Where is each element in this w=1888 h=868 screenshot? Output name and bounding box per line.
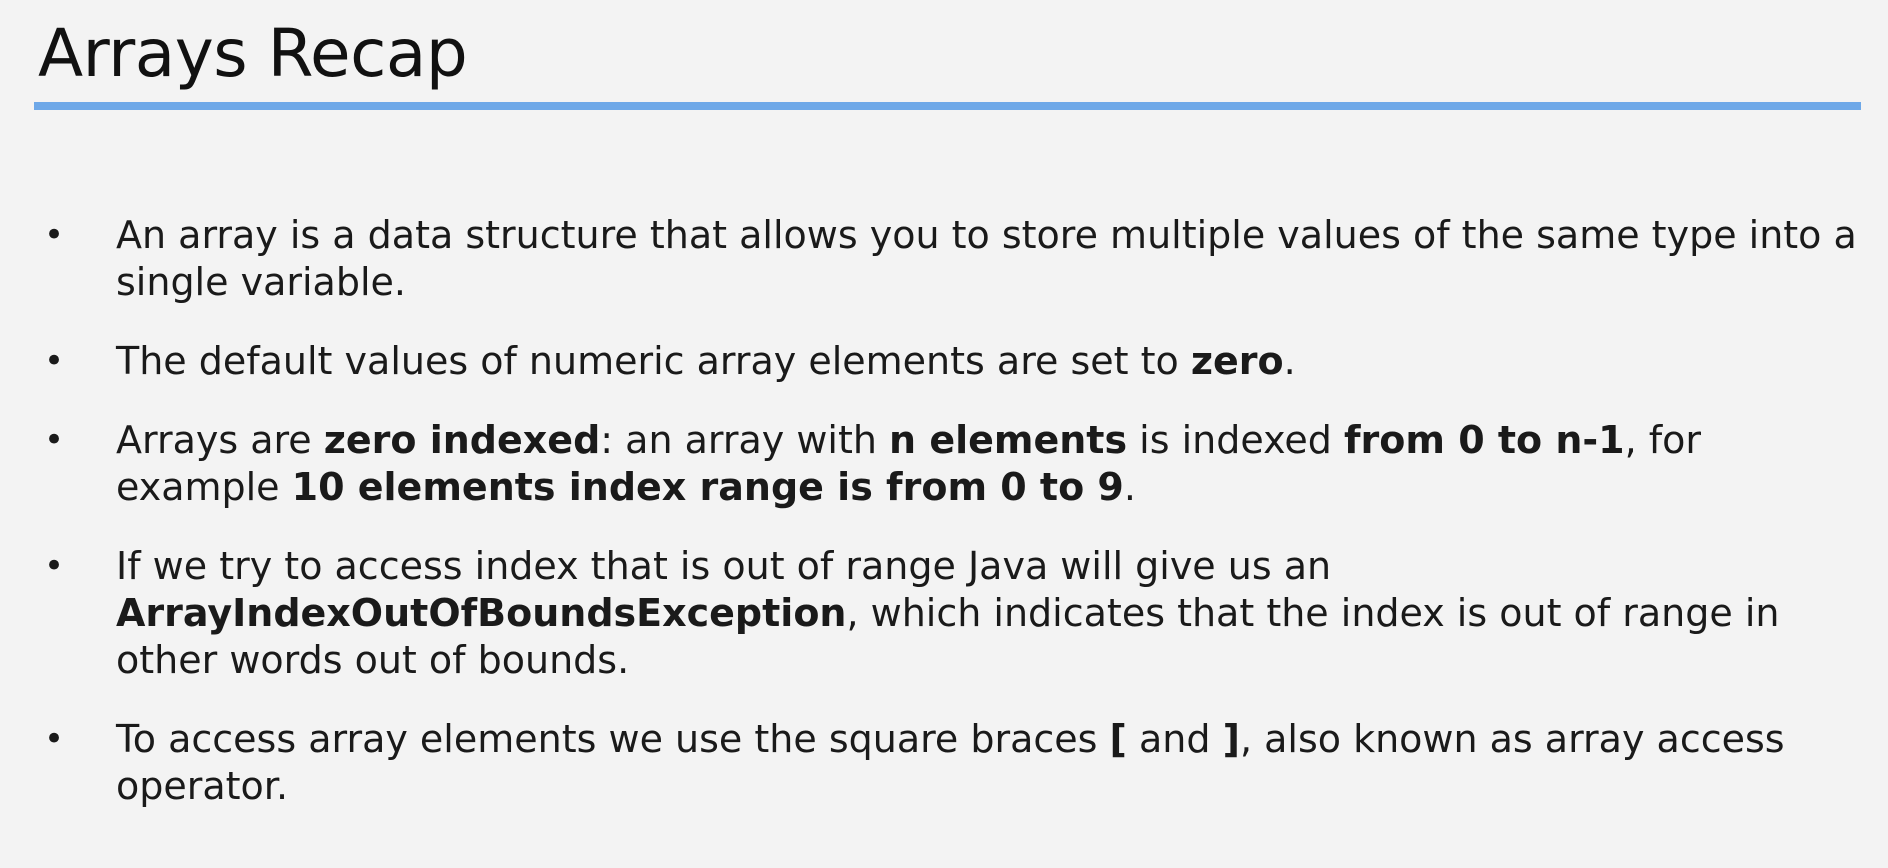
slide-title: Arrays Recap	[38, 15, 468, 92]
bullet-dot-icon: •	[44, 215, 65, 255]
bullet-segment-bold: from 0 to n-1	[1343, 418, 1625, 462]
bullet-segment: An array is a data structure that allows…	[116, 213, 1857, 304]
bullet-item-zero-indexed: • Arrays are zero indexed: an array with…	[0, 417, 1888, 511]
bullet-segment: Arrays are	[116, 418, 324, 462]
bullet-segment: : an array with	[600, 418, 890, 462]
bullet-segment: The default values of numeric array elem…	[116, 339, 1191, 383]
bullet-segment: is indexed	[1127, 418, 1344, 462]
bullet-segment-bold: ]	[1222, 717, 1240, 761]
bullet-item-access-operator: • To access array elements we use the sq…	[0, 716, 1888, 810]
bullet-dot-icon: •	[44, 719, 65, 759]
bullet-item-out-of-bounds: • If we try to access index that is out …	[0, 543, 1888, 684]
bullet-segment: If we try to access index that is out of…	[116, 544, 1332, 588]
bullet-segment-bold: [	[1109, 717, 1127, 761]
bullet-text: If we try to access index that is out of…	[116, 544, 1779, 682]
bullet-dot-icon: •	[44, 546, 65, 586]
title-underline	[34, 102, 1861, 110]
bullet-text: To access array elements we use the squa…	[116, 717, 1785, 808]
bullet-segment-bold: n elements	[889, 418, 1128, 462]
bullet-item-array-definition: • An array is a data structure that allo…	[0, 212, 1888, 306]
bullet-item-default-values: • The default values of numeric array el…	[0, 338, 1888, 385]
bullet-segment: and	[1126, 717, 1223, 761]
bullet-segment-bold: ArrayIndexOutOfBoundsException	[116, 591, 847, 635]
bullet-segment-bold: zero indexed	[323, 418, 601, 462]
bullet-segment: .	[1283, 339, 1296, 383]
bullet-segment: To access array elements we use the squa…	[116, 717, 1110, 761]
bullet-text: An array is a data structure that allows…	[116, 213, 1857, 304]
bullet-list: • An array is a data structure that allo…	[0, 212, 1888, 842]
bullet-segment-bold: 10 elements index range is from 0 to 9	[291, 465, 1124, 509]
bullet-segment-bold: zero	[1190, 339, 1284, 383]
bullet-text: The default values of numeric array elem…	[116, 339, 1296, 383]
bullet-dot-icon: •	[44, 420, 65, 460]
bullet-dot-icon: •	[44, 341, 65, 381]
bullet-segment: .	[1123, 465, 1136, 509]
bullet-text: Arrays are zero indexed: an array with n…	[116, 418, 1701, 509]
